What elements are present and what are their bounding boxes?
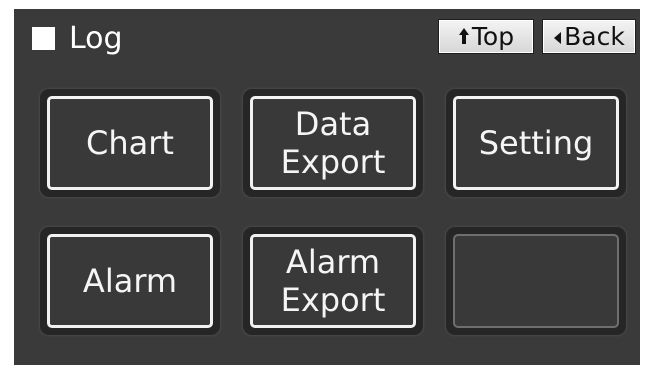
log-screen: Log Top Back Chart Data Export Setting A… xyxy=(14,9,640,365)
alarm-tile-frame: Alarm xyxy=(40,227,220,335)
data-export-label-line2: Export xyxy=(280,143,386,181)
empty-tile xyxy=(453,234,619,328)
page-title: Log xyxy=(69,21,123,56)
setting-button-label: Setting xyxy=(478,124,594,162)
log-square-icon xyxy=(32,27,55,50)
alarm-export-tile-frame: Alarm Export xyxy=(243,227,423,335)
chart-button[interactable]: Chart xyxy=(47,96,213,190)
chart-tile-frame: Chart xyxy=(40,89,220,197)
empty-tile-frame xyxy=(446,227,626,335)
alarm-button[interactable]: Alarm xyxy=(47,234,213,328)
data-export-button[interactable]: Data Export xyxy=(250,96,416,190)
data-export-label-line1: Data xyxy=(294,105,372,143)
arrow-up-icon xyxy=(458,20,470,53)
top-button[interactable]: Top xyxy=(438,19,534,54)
setting-tile-frame: Setting xyxy=(446,89,626,197)
triangle-left-icon xyxy=(553,20,562,53)
top-button-label: Top xyxy=(471,22,515,51)
back-button-label: Back xyxy=(564,22,625,51)
alarm-button-label: Alarm xyxy=(82,262,178,300)
chart-button-label: Chart xyxy=(86,124,174,162)
setting-button[interactable]: Setting xyxy=(453,96,619,190)
alarm-export-label-line1: Alarm xyxy=(285,243,381,281)
alarm-export-button[interactable]: Alarm Export xyxy=(250,234,416,328)
alarm-export-label-line2: Export xyxy=(280,281,386,319)
data-export-tile-frame: Data Export xyxy=(243,89,423,197)
back-button[interactable]: Back xyxy=(542,19,636,54)
